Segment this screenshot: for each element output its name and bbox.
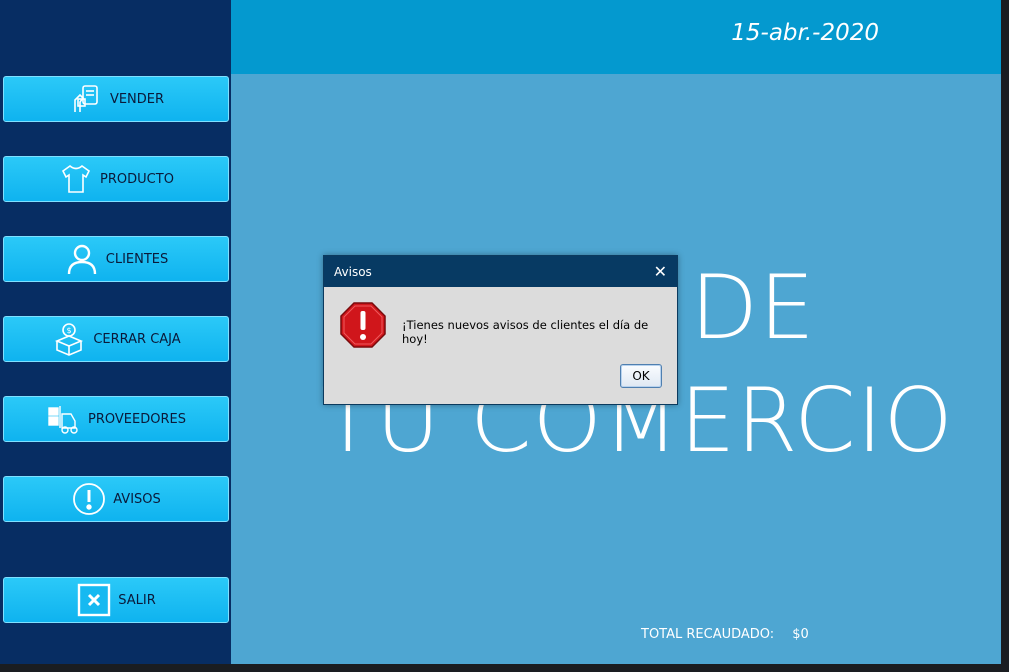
sidebar: VENDER PRODUCTO CLIENTES $ CERRAR CAJA P… xyxy=(0,0,231,664)
dialog-titlebar[interactable]: Avisos ✕ xyxy=(324,256,677,287)
shirt-icon xyxy=(58,161,94,197)
suppliers-button[interactable]: PROVEEDORES xyxy=(3,396,229,442)
product-button[interactable]: PRODUCTO xyxy=(3,156,229,202)
sell-icon xyxy=(68,81,104,117)
svg-text:$: $ xyxy=(67,326,72,335)
sell-button[interactable]: VENDER xyxy=(3,76,229,122)
sell-label: VENDER xyxy=(109,91,165,107)
cash-box-icon: $ xyxy=(51,321,87,357)
total-value: $0 xyxy=(792,627,809,642)
date-label: 15-abr.-2020 xyxy=(731,20,879,46)
total-label: TOTAL RECAUDADO: xyxy=(641,627,775,642)
alert-icon xyxy=(71,481,107,517)
suppliers-label: PROVEEDORES xyxy=(88,411,186,427)
total-collected: TOTAL RECAUDADO: $0 xyxy=(641,627,809,642)
product-label: PRODUCTO xyxy=(100,171,174,187)
dialog-body: ¡Tienes nuevos avisos de clientes el día… xyxy=(324,287,677,405)
close-register-button[interactable]: $ CERRAR CAJA xyxy=(3,316,229,362)
close-box-icon xyxy=(76,582,112,618)
clients-label: CLIENTES xyxy=(105,251,169,267)
close-icon[interactable]: ✕ xyxy=(654,263,667,280)
notices-label: AVISOS xyxy=(113,491,161,507)
error-icon xyxy=(340,302,386,348)
dialog-message: ¡Tienes nuevos avisos de clientes el día… xyxy=(402,318,649,346)
close-register-label: CERRAR CAJA xyxy=(93,331,181,347)
clients-button[interactable]: CLIENTES xyxy=(3,236,229,282)
user-icon xyxy=(64,241,100,277)
app-window: VENDER PRODUCTO CLIENTES $ CERRAR CAJA P… xyxy=(0,0,1001,664)
exit-label: SALIR xyxy=(118,592,156,608)
dialog-title: Avisos xyxy=(334,264,372,279)
notice-dialog: Avisos ✕ ¡Tienes nuevos avisos de client… xyxy=(323,255,678,405)
ok-button[interactable]: OK xyxy=(620,364,662,388)
header-bar: 15-abr.-2020 xyxy=(231,0,1001,74)
notices-button[interactable]: AVISOS xyxy=(3,476,229,522)
forklift-icon xyxy=(46,401,82,437)
exit-button[interactable]: SALIR xyxy=(3,577,229,623)
